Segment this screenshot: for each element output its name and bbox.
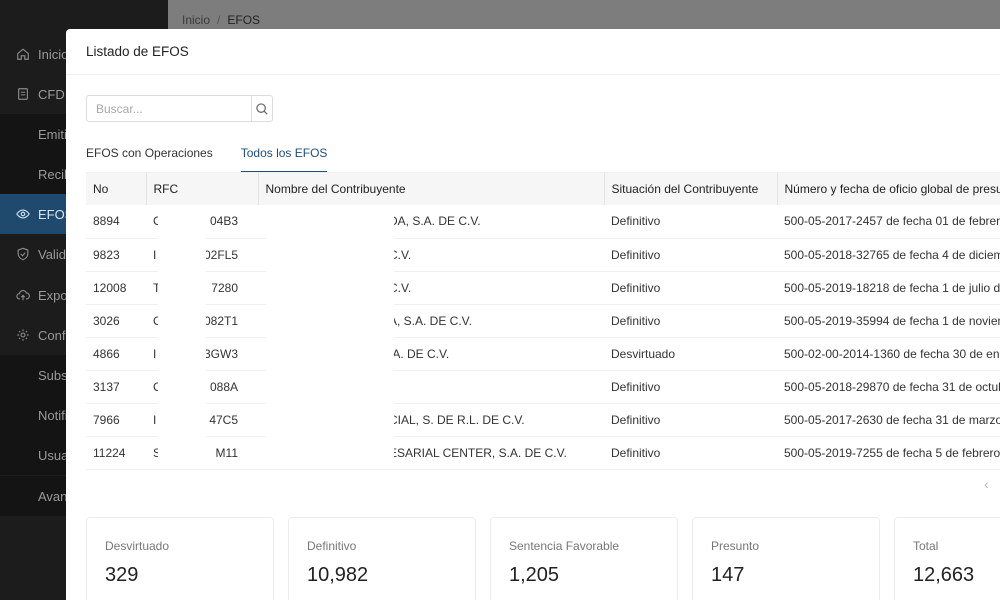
cell-oficio: 500-05-2019-35994 de fecha 1 de noviembr… (777, 304, 1000, 338)
table-row[interactable]: 11224 S M11 ESARIAL CENTER, S.A. DE C.V. Def… (86, 436, 1000, 470)
nombre-value: CIAL, S. DE R.L. DE C.V. (389, 412, 525, 427)
modal-title: Listado de EFOS (86, 44, 189, 59)
cell-no: 8894 (86, 205, 146, 239)
gear-icon (16, 328, 30, 342)
stat-card-total: Total 12,663 (894, 517, 1000, 600)
rfc-suffix: 47C5 (209, 412, 238, 427)
cell-situacion: Desvirtuado (604, 337, 777, 371)
stat-label: Definitivo (307, 539, 357, 553)
pagination-prev[interactable]: ‹ (984, 476, 989, 492)
table-row[interactable]: 12008 T 7280 C.V. Definitivo 500-05-2019-1821… (86, 271, 1000, 305)
cell-oficio: 500-05-2017-2630 de fecha 31 de marzo de… (777, 403, 1000, 437)
table-row[interactable]: 4866 I 3GW3 .A. DE C.V. Desvirtuado 500-02-00… (86, 337, 1000, 371)
stat-card-desvirtuado: Desvirtuado 329 (86, 517, 274, 600)
breadcrumb-current: EFOS (227, 13, 261, 27)
table-row[interactable]: 3137C088ADefinitivo500-05-2018-29870 de … (86, 370, 1000, 404)
column-header-oficio[interactable]: Número y fecha de oficio global de presu… (777, 173, 1000, 205)
stat-value: 329 (105, 564, 139, 586)
stat-value: 147 (711, 564, 745, 586)
stat-label: Desvirtuado (105, 539, 170, 553)
stat-card-presunto: Presunto 147 (692, 517, 880, 600)
stat-label: Presunto (711, 539, 760, 553)
cell-situacion: Definitivo (604, 238, 777, 272)
cell-situacion: Definitivo (604, 370, 777, 404)
rfc-prefix: I (153, 412, 157, 427)
eye-icon (16, 207, 30, 221)
cloud-upload-icon (16, 288, 30, 302)
shield-icon (16, 247, 30, 261)
nombre-value: DA, S.A. DE C.V. (389, 214, 481, 229)
redaction-mask (266, 206, 394, 462)
cell-situacion: Definitivo (604, 205, 777, 239)
tab-efos-con-operaciones[interactable]: EFOS con Operaciones (86, 143, 213, 173)
cell-no: 3137 (86, 370, 146, 404)
stat-card-sentencia-favorable: Sentencia Favorable 1,205 (490, 517, 678, 600)
table-row[interactable]: 9823 I 02FL5 C.V. Definitivo 500-05-2018-3276… (86, 238, 1000, 272)
modal-divider (66, 74, 1000, 75)
stat-value: 12,663 (913, 564, 975, 586)
cell-oficio: 500-05-2017-2457 de fecha 01 de febrero … (777, 205, 1000, 239)
home-icon (16, 47, 30, 61)
cell-no: 9823 (86, 238, 146, 272)
search-icon (256, 102, 268, 115)
cell-situacion: Definitivo (604, 403, 777, 437)
cell-oficio: 500-05-2019-18218 de fecha 1 de julio de… (777, 271, 1000, 305)
efos-modal: Listado de EFOS EFOS con Operaciones Tod… (66, 29, 1000, 600)
cell-situacion: Definitivo (604, 304, 777, 338)
rfc-suffix: 082T1 (203, 313, 238, 328)
sidebar-item-label: Inicio (38, 46, 69, 62)
nombre-value: .A. DE C.V. (389, 346, 450, 361)
stat-value: 10,982 (307, 564, 369, 586)
stat-card-definitivo: Definitivo 10,982 (288, 517, 476, 600)
column-header-nombre[interactable]: Nombre del Contribuyente (258, 173, 605, 205)
cell-oficio: 500-05-2019-7255 de fecha 5 de febrero d… (777, 436, 1000, 470)
column-header-no[interactable]: No (86, 173, 147, 205)
rfc-prefix: I (153, 247, 157, 262)
rfc-suffix: 3GW3 (203, 346, 238, 361)
cell-oficio: 500-02-00-2014-1360 de fecha 30 de enero… (777, 337, 1000, 371)
cell-oficio: 500-05-2018-32765 de fecha 4 de diciembr… (777, 238, 1000, 272)
table-row[interactable]: 8894C04B3DA, S.A. DE C.V.Definitivo500-0… (86, 205, 1000, 239)
table-row[interactable]: 3026C082T1A, S.A. DE C.V.Definitivo500-0… (86, 304, 1000, 338)
cell-no: 11224 (86, 436, 146, 470)
cell-oficio: 500-05-2018-29870 de fecha 31 de octubre… (777, 370, 1000, 404)
cell-situacion: Definitivo (604, 271, 777, 305)
cell-no: 12008 (86, 271, 146, 305)
table-row[interactable]: 7966 I 47C5 CIAL, S. DE R.L. DE C.V. Definit… (86, 403, 1000, 437)
search-box (86, 95, 273, 122)
cell-no: 7966 (86, 403, 146, 437)
table-header-row: No RFC Nombre del Contribuyente Situació… (86, 173, 1000, 205)
stat-label: Total (913, 539, 939, 553)
efos-table: No RFC Nombre del Contribuyente Situació… (86, 173, 1000, 470)
cell-no: 3026 (86, 304, 146, 338)
cell-situacion: Definitivo (604, 436, 777, 470)
rfc-prefix: I (153, 346, 157, 361)
search-input[interactable] (87, 96, 251, 121)
cell-no: 4866 (86, 337, 146, 371)
rfc-suffix: M11 (215, 445, 238, 460)
rfc-suffix: 7280 (211, 280, 238, 295)
redaction-mask (158, 206, 206, 462)
breadcrumb-separator: / (217, 13, 221, 27)
stats-cards: Desvirtuado 329 Definitivo 10,982 Senten… (86, 517, 1000, 600)
rfc-suffix: 02FL5 (203, 247, 238, 262)
nombre-value: A, S.A. DE C.V. (389, 313, 472, 328)
nombre-value: ESARIAL CENTER, S.A. DE C.V. (389, 445, 567, 460)
breadcrumb-home[interactable]: Inicio (182, 13, 210, 27)
stat-value: 1,205 (509, 564, 560, 586)
breadcrumb: Inicio / EFOS (182, 13, 260, 27)
stat-label: Sentencia Favorable (509, 539, 620, 553)
search-button[interactable] (251, 96, 272, 121)
column-header-rfc[interactable]: RFC (146, 173, 259, 205)
rfc-suffix: 04B3 (209, 214, 238, 229)
document-icon (16, 87, 30, 101)
column-header-situacion[interactable]: Situación del Contribuyente (604, 173, 778, 205)
tabs: EFOS con Operaciones Todos los EFOS (86, 143, 355, 173)
tab-todos-los-efos[interactable]: Todos los EFOS (240, 143, 327, 173)
rfc-suffix: 088A (209, 379, 238, 394)
